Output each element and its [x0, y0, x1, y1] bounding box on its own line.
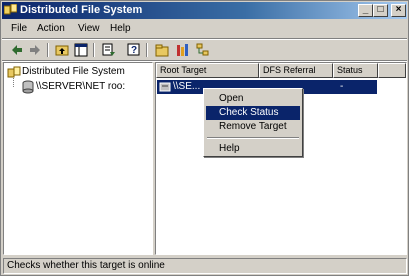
context-check-status[interactable]: Check Status [206, 106, 300, 120]
toolbar: ? [3, 40, 407, 60]
dfs-app-icon [3, 3, 18, 16]
menu-action[interactable]: Action [37, 23, 65, 34]
context-remove-target[interactable]: Remove Target [206, 120, 300, 134]
tree-connector [13, 78, 14, 87]
close-button[interactable]: × [391, 4, 406, 17]
column-root-target[interactable]: Root Target [156, 63, 259, 78]
minimize-button[interactable]: _ [358, 4, 373, 17]
export-list-icon[interactable] [100, 42, 116, 58]
context-separator [207, 137, 299, 139]
tree-pane[interactable]: Distributed File System \\SERVER\NET roo… [3, 62, 153, 255]
menu-help[interactable]: Help [110, 23, 131, 34]
app-window: Distributed File System _ □ × File Actio… [0, 0, 409, 276]
back-icon[interactable] [9, 42, 25, 58]
column-dfs-referral[interactable]: DFS Referral [259, 63, 333, 78]
context-open[interactable]: Open [206, 92, 300, 106]
toolbar-separator [47, 43, 49, 57]
maximize-button[interactable]: □ [373, 4, 388, 17]
column-filler [378, 63, 406, 78]
menu-file[interactable]: File [11, 23, 27, 34]
status-text: Checks whether this target is online [3, 258, 407, 274]
svg-text:?: ? [131, 45, 137, 56]
dfs-root-icon [7, 66, 21, 79]
row-status: - [340, 81, 344, 92]
column-status[interactable]: Status [333, 63, 378, 78]
window-title: Distributed File System [20, 4, 143, 16]
up-folder-icon[interactable] [54, 42, 70, 58]
context-menu: Open Check Status Remove Target Help [203, 88, 303, 157]
menu-bar: File Action View Help [3, 21, 407, 38]
toolbar-separator [93, 43, 95, 57]
tree-icon[interactable] [195, 42, 211, 58]
new-root-icon[interactable] [154, 42, 170, 58]
tree-root-label: Distributed File System [22, 66, 125, 77]
forward-icon[interactable] [27, 42, 43, 58]
menu-view[interactable]: View [78, 23, 100, 34]
row-target: \\SE... [173, 81, 201, 92]
title-bar[interactable]: Distributed File System _ □ × [2, 2, 407, 19]
target-icon [159, 81, 171, 93]
show-tree-icon[interactable] [73, 42, 89, 58]
status-bar: Checks whether this target is online [3, 258, 407, 274]
dfs-root-share-icon [22, 80, 34, 94]
toolbar-separator [146, 43, 148, 57]
tree-child-label: \\SERVER\NET roo: [36, 81, 126, 92]
properties-icon[interactable] [175, 42, 191, 58]
help-icon[interactable]: ? [126, 42, 142, 58]
context-help[interactable]: Help [206, 142, 300, 156]
